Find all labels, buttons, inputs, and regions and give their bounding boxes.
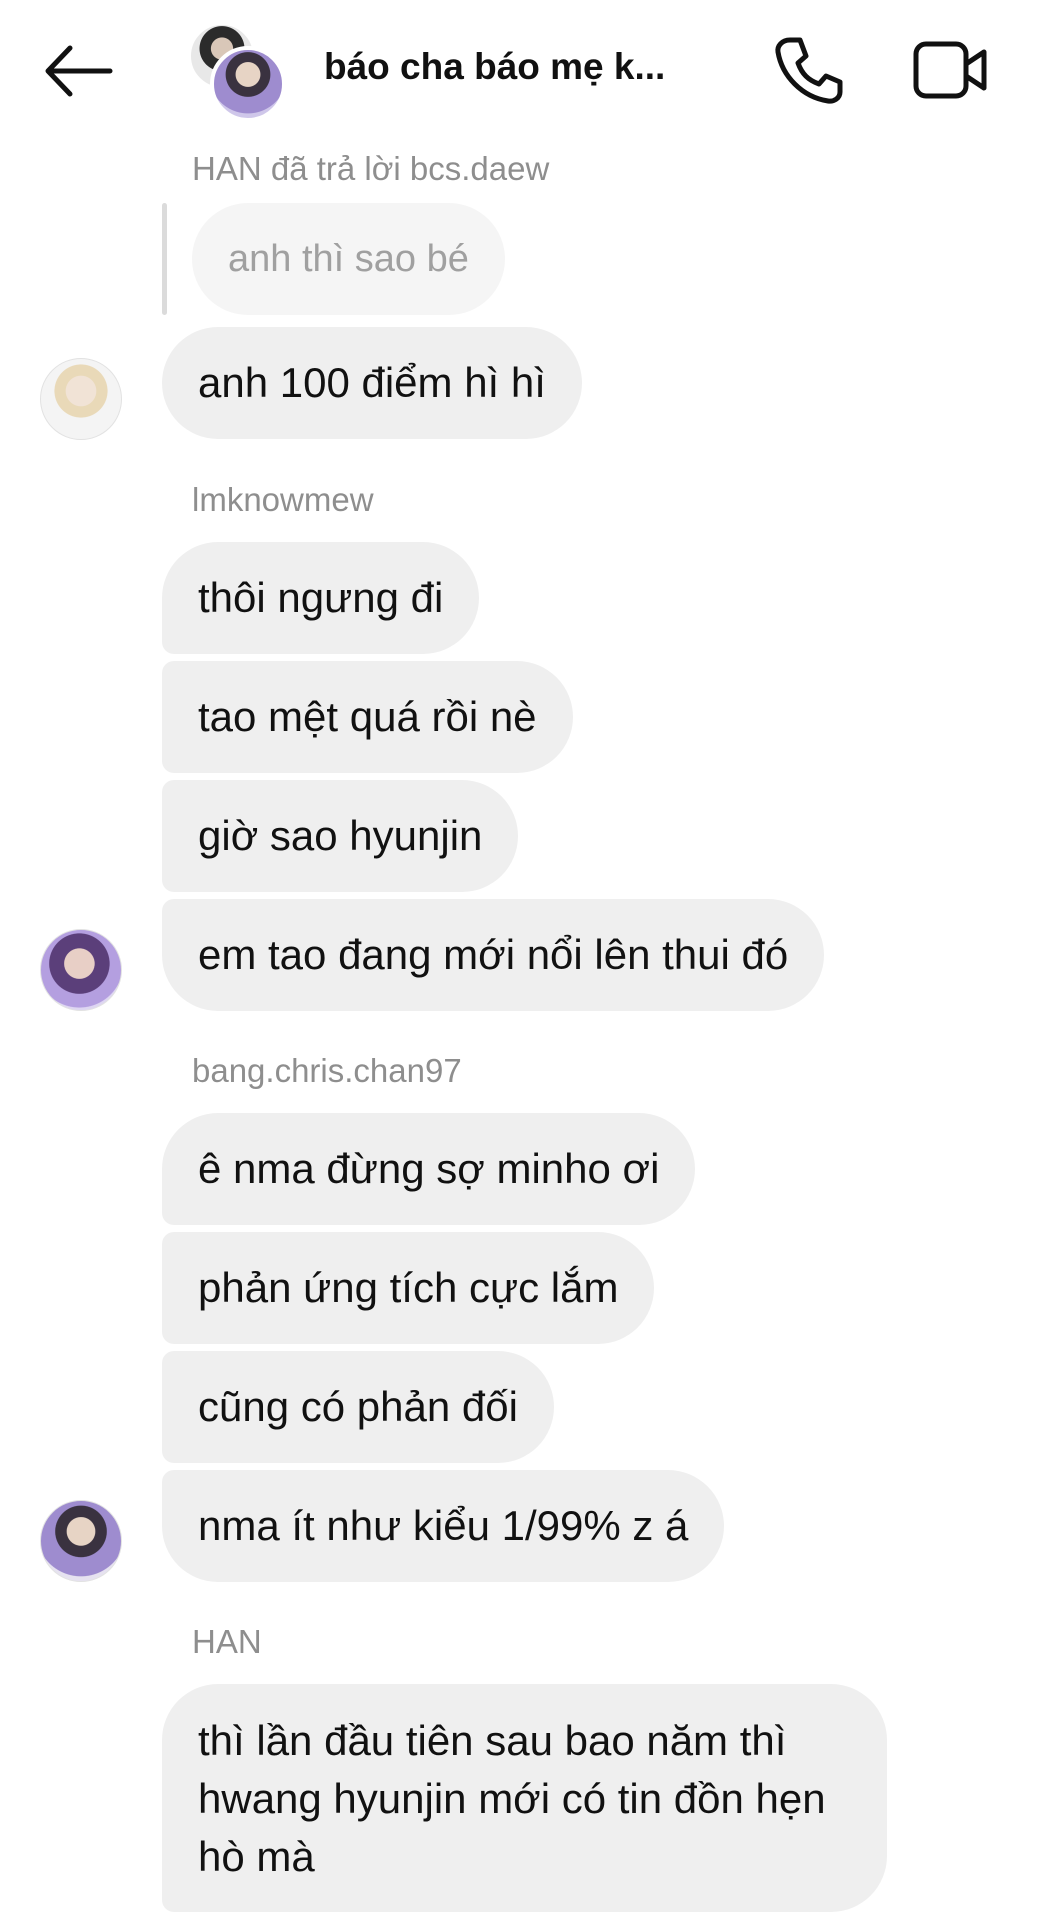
voice-call-button[interactable]: [770, 32, 846, 108]
arrow-left-icon: [45, 45, 113, 97]
sender-name: HAN: [192, 1623, 262, 1660]
message-bubble[interactable]: anh 100 điểm hì hì: [162, 327, 582, 439]
sender-avatar[interactable]: [40, 358, 122, 440]
message-bubble[interactable]: nma ít như kiểu 1/99% z á: [162, 1470, 725, 1582]
message-bubble[interactable]: thì lần đầu tiên sau bao năm thì hwang h…: [162, 1684, 887, 1912]
message-bubble[interactable]: giờ sao hyunjin: [162, 780, 519, 892]
back-button[interactable]: [40, 36, 120, 106]
chat-header: báo cha báo mẹ k...: [0, 0, 1041, 140]
message-bubble[interactable]: tao mệt quá rồi nè: [162, 661, 573, 773]
quoted-message[interactable]: anh thì sao bé: [192, 203, 505, 315]
video-camera-icon: [913, 41, 987, 99]
sender-name: lmknowmew: [192, 481, 374, 518]
sender-name: bang.chris.chan97: [192, 1052, 462, 1089]
group-avatar-member-2: [210, 46, 286, 122]
message-bubble[interactable]: cũng có phản đối: [162, 1351, 554, 1463]
reply-context-label: HAN đã trả lời bcs.daew: [192, 150, 550, 187]
group-avatar[interactable]: [188, 22, 286, 122]
sender-avatar[interactable]: [40, 1500, 122, 1582]
message-bubble[interactable]: phản ứng tích cực lắm: [162, 1232, 655, 1344]
phone-icon: [775, 37, 843, 104]
chat-title[interactable]: báo cha báo mẹ k...: [324, 46, 684, 88]
sender-avatar[interactable]: [40, 929, 122, 1011]
message-bubble[interactable]: em tao đang mới nổi lên thui đó: [162, 899, 825, 1011]
message-bubble[interactable]: ê nma đừng sợ minho ơi: [162, 1113, 696, 1225]
video-call-button[interactable]: [912, 36, 990, 106]
message-bubble[interactable]: thôi ngưng đi: [162, 542, 480, 654]
reply-indicator-bar: [162, 203, 167, 315]
